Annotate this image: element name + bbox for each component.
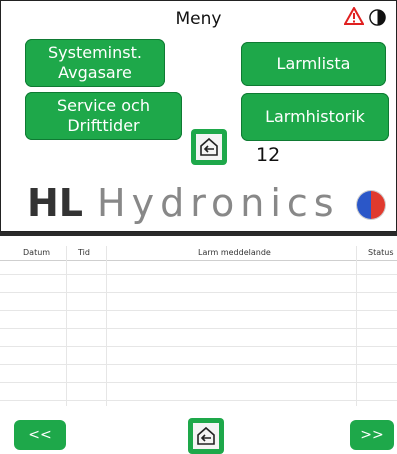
col-status: Status (368, 248, 394, 257)
alarm-list-button[interactable]: Larmlista (241, 42, 386, 86)
home-button-bottom[interactable] (188, 418, 224, 454)
home-back-icon (197, 426, 215, 445)
table-row[interactable] (0, 292, 397, 293)
table-row[interactable] (0, 328, 397, 329)
home-button[interactable] (191, 129, 227, 165)
prev-page-button[interactable]: << (14, 420, 66, 450)
half-circle-icon[interactable] (369, 9, 386, 26)
system-settings-button[interactable]: Systeminst. Avgasare (25, 39, 165, 87)
col-message: Larm meddelande (198, 248, 271, 257)
service-runtime-button[interactable]: Service och Drifttider (25, 92, 182, 140)
alarm-history-button[interactable]: Larmhistorik (241, 93, 389, 141)
column-divider (66, 246, 67, 406)
alarm-panel: Datum Tid Larm meddelande Status << >> (0, 236, 397, 454)
brand-logo: HL Hydronics (27, 181, 340, 225)
table-row[interactable] (0, 400, 397, 401)
column-divider (356, 246, 357, 406)
home-back-icon (200, 137, 218, 156)
table-row[interactable] (0, 346, 397, 347)
col-tid: Tid (78, 248, 90, 257)
header-divider (0, 260, 397, 261)
table-row[interactable] (0, 382, 397, 383)
warning-triangle-icon[interactable] (344, 7, 364, 25)
next-page-button[interactable]: >> (350, 420, 394, 450)
menu-panel: Meny Systeminst. Avgasare Larmlista Serv… (0, 0, 397, 232)
col-datum: Datum (23, 248, 51, 257)
column-divider (106, 246, 107, 406)
table-row[interactable] (0, 310, 397, 311)
brand-word: Hydronics (97, 181, 340, 225)
brand-logo-icon (357, 191, 385, 219)
table-header: Datum Tid Larm meddelande Status (0, 246, 397, 260)
menu-title: Meny (175, 9, 222, 29)
table-row[interactable] (0, 364, 397, 365)
brand-hl: HL (27, 181, 84, 225)
table-row[interactable] (0, 274, 397, 275)
alarm-count: 12 (256, 144, 281, 166)
